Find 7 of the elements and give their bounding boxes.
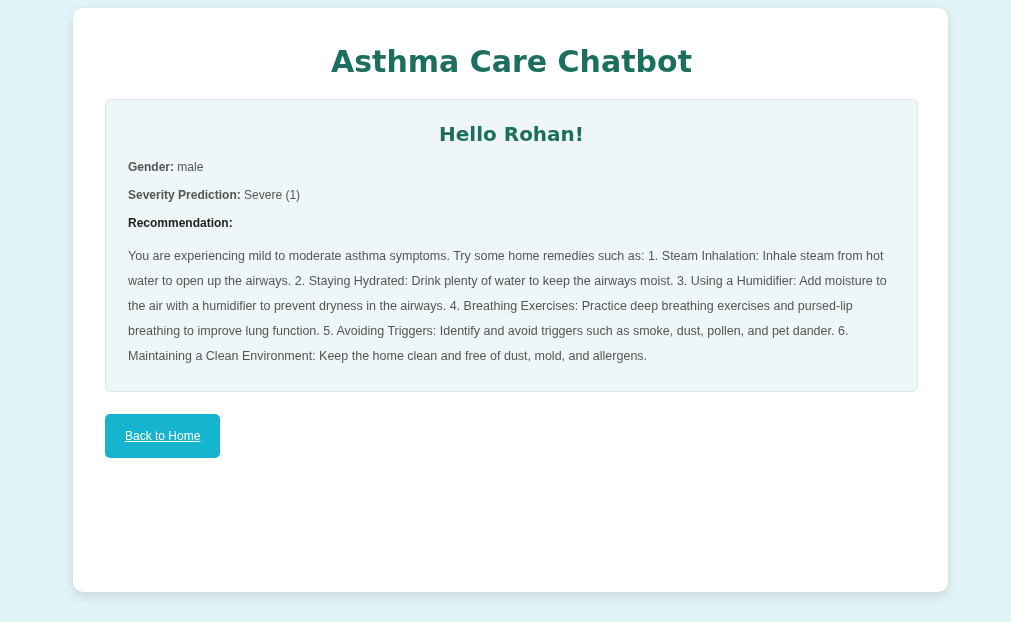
page-title: Asthma Care Chatbot xyxy=(330,44,693,79)
back-home-button[interactable]: Back to Home xyxy=(105,414,221,458)
detail-text: Gender: male xyxy=(128,160,205,174)
recommendation-label: Recommendation: xyxy=(128,216,234,230)
greeting-heading: Hello Rohan! xyxy=(438,122,585,146)
recommendation-text: You are experiencing mild to moderate asthma symptoms. Try some home remedies such as: 1. Steam Inhalation: Inhale steam from hot water to open up the airways. 2. Staying Hydrated: Drink plenty of water to keep the airways moist. 3. Using a Humidifier: Add moisture to the air with a humidifier to prevent dryness in the airways. 4. Breathing Exercises: Practice deep breathing exercises and pursed-lip breathing to improve lung function. 5. Avoiding Triggers: Identify and avoid triggers such as smoke, dust, pollen, and pet dander. 6. Maintaining a Clean Environment: Keep the home clean and free of dust, mold, and allergens. xyxy=(128,248,888,365)
detail-text: Severity Prediction: Severe (1) xyxy=(128,188,302,202)
